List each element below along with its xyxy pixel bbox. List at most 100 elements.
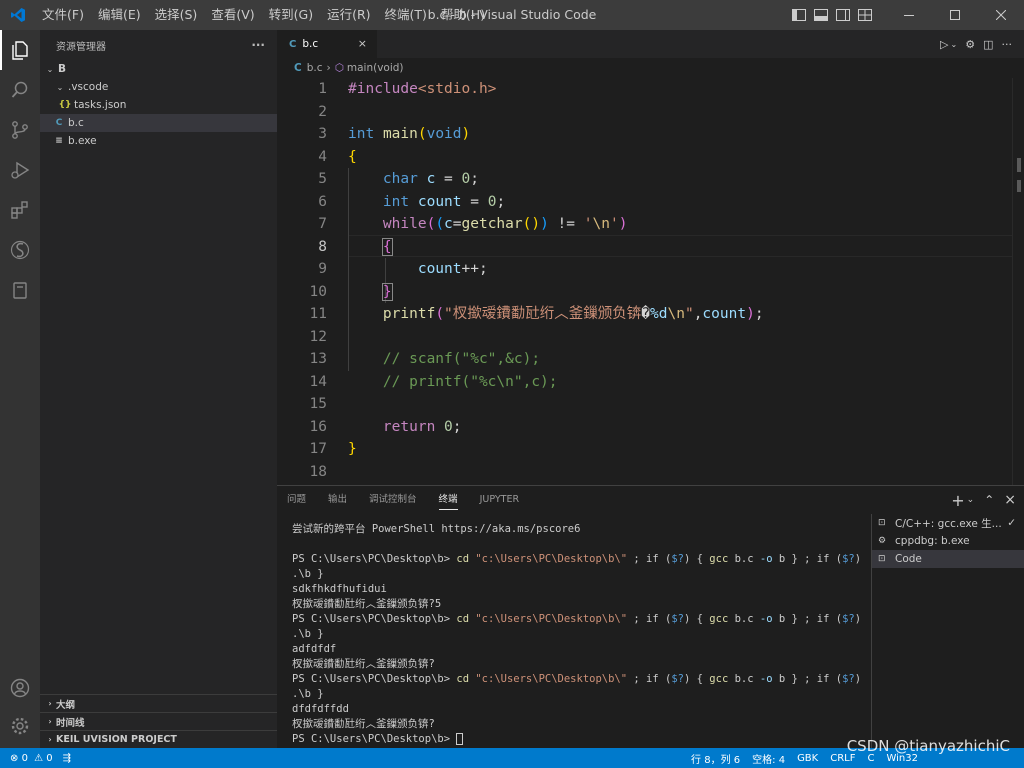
settings-icon[interactable]	[0, 706, 40, 746]
editor-scrollbar[interactable]	[1012, 78, 1024, 485]
breadcrumb-file[interactable]: b.c	[307, 62, 323, 74]
gear-icon[interactable]: ⚙	[965, 38, 975, 51]
tree-folder-vscode[interactable]: ⌄ .vscode	[40, 78, 277, 96]
panel-tabs: 问题 输出 调试控制台 终端 JUPYTER + ⌄ ⌃ ×	[277, 486, 1024, 514]
code-line-7: while((c=getchar()) != '\n')	[382, 216, 628, 232]
terminal-line: .\b }	[292, 688, 324, 700]
chevron-down-icon: ⌄	[46, 64, 54, 74]
line-number: 3	[318, 126, 327, 142]
editor-area: C b.c × ▷ ⌄ ⚙ ◫ ··· C b.c › ⬡ main(void)…	[277, 30, 1024, 485]
chevron-right-icon: ›	[48, 735, 52, 744]
terminal-line: 杈撳叆鐨勫瓧绗︿釜鏁颁负锛?	[292, 718, 435, 730]
terminal-line: 杈撳叆鐨勫瓧绗︿釜鏁颁负锛?	[292, 658, 435, 670]
cursor-position[interactable]: 行 8，列 6	[685, 751, 746, 766]
live-share-icon[interactable]: ⇶	[63, 753, 71, 764]
menu-run[interactable]: 运行(R)	[320, 0, 377, 30]
run-file-icon[interactable]: ▷	[940, 38, 948, 51]
menu-go[interactable]: 转到(G)	[262, 0, 320, 30]
line-number: 8	[318, 238, 327, 255]
terminal-line: PS C:\Users\PC\Desktop\b> cd "c:\Users\P…	[292, 673, 862, 685]
terminal-list: ⊡ C/C++: gcc.exe 生... ✓ ⚙ cppdbg: b.exe …	[871, 514, 1024, 748]
json-file-icon: {}	[58, 100, 72, 110]
new-terminal-icon[interactable]: +	[951, 491, 964, 510]
toggle-sidebar-icon[interactable]	[788, 0, 810, 30]
terminal-output[interactable]: 尝试新的跨平台 PowerShell https://aka.ms/pscore…	[292, 522, 862, 747]
more-actions-icon[interactable]: ···	[1002, 38, 1013, 51]
source-control-icon[interactable]	[0, 110, 40, 150]
menu-edit[interactable]: 编辑(E)	[91, 0, 148, 30]
terminal-instance-cppdbg[interactable]: ⚙ cppdbg: b.exe	[872, 532, 1024, 550]
tab-output[interactable]: 输出	[328, 486, 347, 514]
encoding[interactable]: GBK	[791, 753, 824, 764]
terminal-icon: ⊡	[878, 554, 886, 564]
breadcrumb-symbol[interactable]: main(void)	[347, 62, 404, 74]
run-debug-icon[interactable]	[0, 150, 40, 190]
menu-file[interactable]: 文件(F)	[35, 0, 91, 30]
close-tab-icon[interactable]: ×	[358, 37, 367, 50]
outline-panel-header[interactable]: › 大纲	[40, 694, 277, 712]
remote-icon[interactable]	[0, 230, 40, 270]
terminal-dropdown-icon[interactable]: ⌄	[967, 495, 975, 505]
search-icon[interactable]	[0, 70, 40, 110]
menu-help[interactable]: 帮助(H)	[434, 0, 492, 30]
tab-label: b.c	[302, 38, 319, 50]
more-actions-icon[interactable]: ···	[251, 38, 265, 52]
terminal-instance-gcc[interactable]: ⊡ C/C++: gcc.exe 生... ✓	[872, 514, 1024, 532]
code-line-8: {	[381, 237, 393, 256]
testing-icon[interactable]	[0, 270, 40, 310]
menu-terminal[interactable]: 终端(T)	[378, 0, 434, 30]
indentation[interactable]: 空格: 4	[746, 751, 791, 766]
toggle-secondary-sidebar-icon[interactable]	[832, 0, 854, 30]
terminal-instance-code[interactable]: ⊡ Code	[872, 550, 1024, 568]
close-window-icon[interactable]	[978, 0, 1024, 30]
error-icon: ⊗	[10, 752, 19, 764]
code-line-9: count++;	[417, 261, 488, 277]
terminal-instance-label: Code	[895, 553, 922, 565]
account-icon[interactable]	[0, 668, 40, 708]
close-panel-icon[interactable]: ×	[1004, 492, 1016, 508]
terminal-instance-label: C/C++: gcc.exe 生...	[895, 517, 1002, 530]
maximize-icon[interactable]	[932, 0, 978, 30]
tab-jupyter[interactable]: JUPYTER	[480, 486, 519, 514]
warning-count: 0	[46, 752, 53, 764]
customize-layout-icon[interactable]	[854, 0, 876, 30]
tree-label: tasks.json	[74, 99, 127, 111]
file-tree: ⌄ B ⌄ .vscode {} tasks.json C b.c ≡ b.ex…	[40, 60, 277, 150]
keil-panel-header[interactable]: › KEIL UVISION PROJECT	[40, 730, 277, 748]
terminal-line: adfdfdf	[292, 643, 337, 655]
tree-file-b-exe[interactable]: ≡ b.exe	[40, 132, 277, 150]
code-line-5: char c = 0;	[382, 171, 479, 187]
line-number: 2	[318, 103, 327, 120]
c-file-icon: C	[55, 118, 63, 128]
panel-actions: + ⌄ ⌃ ×	[951, 486, 1016, 514]
code-editor[interactable]: 1 #include<stdio.h> 2 3 int main(void) 4{ …	[277, 78, 1024, 485]
tree-file-tasks-json[interactable]: {} tasks.json	[40, 96, 277, 114]
run-dropdown-icon[interactable]: ⌄	[951, 40, 958, 49]
tree-file-b-c[interactable]: C b.c	[40, 114, 277, 132]
extensions-icon[interactable]	[0, 190, 40, 230]
timeline-panel-header[interactable]: › 时间线	[40, 712, 277, 730]
toggle-panel-icon[interactable]	[810, 0, 832, 30]
split-editor-icon[interactable]: ◫	[983, 38, 993, 51]
line-number: 7	[318, 216, 327, 232]
terminal-line: .\b }	[292, 568, 324, 580]
code-line-6: int count = 0;	[382, 193, 506, 210]
line-number: 15	[309, 396, 327, 412]
menu-selection[interactable]: 选择(S)	[148, 0, 205, 30]
line-number: 17	[309, 441, 327, 457]
tab-problems[interactable]: 问题	[287, 486, 306, 514]
explorer-icon[interactable]	[0, 30, 40, 70]
tab-debug-console[interactable]: 调试控制台	[369, 486, 417, 514]
tab-terminal[interactable]: 终端	[438, 486, 458, 514]
window-controls	[788, 0, 1024, 30]
code-line-13: // scanf("%c",&c);	[382, 351, 541, 367]
minimize-icon[interactable]	[886, 0, 932, 30]
tree-label: .vscode	[68, 81, 109, 93]
menu-view[interactable]: 查看(V)	[204, 0, 261, 30]
tab-b-c[interactable]: C b.c ×	[277, 30, 377, 58]
tree-folder-root[interactable]: ⌄ B	[40, 60, 277, 78]
problems-status[interactable]: ⊗ 0 ⚠ 0	[10, 753, 53, 764]
line-number: 6	[318, 193, 327, 210]
maximize-panel-icon[interactable]: ⌃	[984, 493, 994, 507]
